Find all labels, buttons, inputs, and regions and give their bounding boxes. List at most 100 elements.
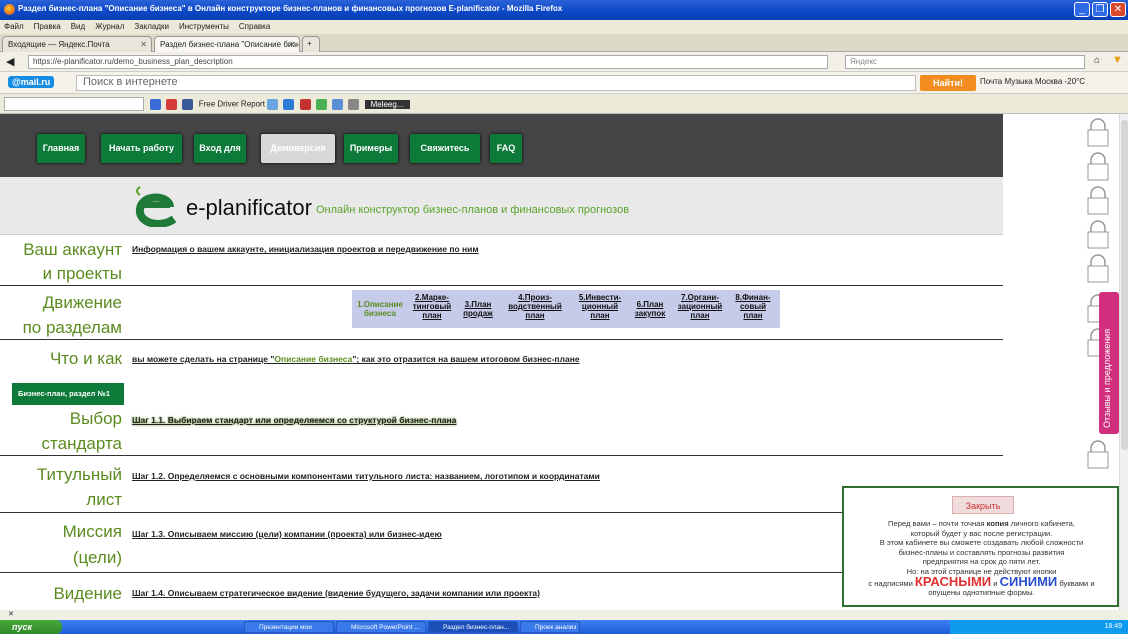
new-tab-button[interactable]: + xyxy=(302,36,320,52)
row-description[interactable]: Шаг 1.2. Определяемся с основными компон… xyxy=(132,471,600,481)
lock-icon xyxy=(1087,220,1109,249)
page-scrollbar[interactable] xyxy=(1119,114,1128,618)
nav-start[interactable]: Начать работу xyxy=(101,134,182,163)
step-7[interactable]: 7.Органи-зационный план xyxy=(672,293,728,320)
row-description[interactable]: вы можете сделать на странице "Описание … xyxy=(132,354,580,364)
section-badge: Бизнес-план, раздел №1 xyxy=(12,383,124,405)
nav-contact[interactable]: Свяжитесь xyxy=(410,134,480,163)
row-label: Ваш аккаунт xyxy=(23,240,122,259)
step-4[interactable]: 4.Произ-водственный план xyxy=(502,293,568,320)
addons-toolbar: Free Driver Report Meleeg... xyxy=(0,94,1128,114)
weather-icon[interactable] xyxy=(332,99,344,110)
section-steps: 1.Описание бизнеса 2.Марке-тинговый план 3… xyxy=(352,290,780,328)
player-title[interactable]: Meleeg... xyxy=(364,99,410,109)
row-account: Ваш аккаунт и проекты Информация о вашем… xyxy=(0,235,1003,285)
logo-band: e-planificator Онлайн конструктор бизнес… xyxy=(0,177,1003,235)
brand-slogan: Онлайн конструктор бизнес-планов и финан… xyxy=(316,204,630,216)
search-input[interactable]: Яндекс xyxy=(845,55,1085,69)
mailru-links[interactable]: Почта Музыка Москва -20°C xyxy=(980,77,1085,86)
nav-login[interactable]: Вход для xyxy=(194,134,246,163)
row-description[interactable]: Шаг 1.1. Выбираем стандарт или определяе… xyxy=(132,415,456,425)
minimize-button[interactable]: _ xyxy=(1074,2,1090,17)
row-description[interactable]: Информация о вашем аккаунте, инициализац… xyxy=(132,244,479,254)
scrollbar-thumb[interactable] xyxy=(1121,120,1128,450)
step-2[interactable]: 2.Марке-тинговый план xyxy=(410,293,454,320)
green-icon[interactable] xyxy=(315,99,327,110)
maximize-button[interactable]: ❐ xyxy=(1092,2,1108,17)
description-link[interactable]: Описание бизнеса xyxy=(274,354,352,364)
system-tray: 18:49 xyxy=(950,620,1128,634)
row-description[interactable]: Шаг 1.3. Описываем миссию (цели) компани… xyxy=(132,529,442,539)
tab-label: Раздел бизнес-плана "Описание бизне... xyxy=(160,40,300,49)
nav-home[interactable]: Главная xyxy=(37,134,85,163)
task-firefox[interactable]: Раздел бизнес-план... xyxy=(428,621,518,633)
row-description[interactable]: Шаг 1.4. Описываем стратегическое видени… xyxy=(132,588,540,598)
blue-icon[interactable] xyxy=(283,99,295,110)
mailru-logo[interactable]: @mail.ru xyxy=(8,76,55,88)
home-icon[interactable]: ⌂ xyxy=(1094,55,1100,66)
row-label: по разделам xyxy=(22,318,122,337)
menu-bar: Файл Правка Вид Журнал Закладки Инструменты Сп… xyxy=(0,20,1128,34)
free-driver-label[interactable]: Free Driver Report xyxy=(199,100,265,109)
mailru-toolbar: @mail.ru Поиск в интернете Найти! Почта … xyxy=(0,72,1128,94)
row-label: лист xyxy=(86,490,122,509)
menu-history[interactable]: Журнал xyxy=(91,20,130,31)
nav-faq[interactable]: FAQ xyxy=(490,134,522,163)
close-window-button[interactable]: ✕ xyxy=(1110,2,1126,17)
task-analysis[interactable]: Проек анализ xyxy=(520,621,580,633)
step-5[interactable]: 5.Инвести-ционный план xyxy=(572,293,628,320)
close-findbar-icon[interactable]: ✕ xyxy=(8,611,14,618)
step-3[interactable]: 3.План продаж xyxy=(458,300,498,318)
bookmark-icon[interactable]: ▼ xyxy=(1112,54,1123,66)
close-tab-icon[interactable]: ✕ xyxy=(288,40,295,49)
toolbar-icons: Free Driver Report Meleeg... xyxy=(150,99,410,110)
task-powerpoint[interactable]: Microsoft PowerPoint ... xyxy=(336,621,426,633)
close-tab-icon[interactable]: ✕ xyxy=(140,40,147,49)
task-presentations[interactable]: Презентации мои xyxy=(244,621,334,633)
firefox-icon xyxy=(4,4,15,15)
lock-icon xyxy=(1087,254,1109,283)
row-what-how: Что и как вы можете сделать на странице … xyxy=(0,339,1003,377)
menu-file[interactable]: Файл xyxy=(0,20,30,31)
tools-icon[interactable] xyxy=(166,99,178,110)
brand-name: e-planificator xyxy=(186,195,312,220)
row-label: Видение xyxy=(53,584,122,603)
cb-icon[interactable] xyxy=(299,99,311,110)
facebook-icon[interactable] xyxy=(182,99,194,110)
menu-bookmarks[interactable]: Закладки xyxy=(130,20,175,31)
menu-help[interactable]: Справка xyxy=(235,20,276,31)
window-title: Раздел бизнес-плана "Описание бизнеса" в… xyxy=(18,4,563,13)
find-button[interactable]: Найти! xyxy=(920,75,976,91)
nav-demo[interactable]: Демоверсия xyxy=(261,134,335,163)
player-icon[interactable] xyxy=(348,99,360,110)
row-label: и проекты xyxy=(42,264,122,283)
row-label: Что и как xyxy=(49,349,122,368)
cloud-icon[interactable] xyxy=(267,99,279,110)
start-button[interactable]: пуск xyxy=(0,620,62,634)
feedback-label: Отзывы и предложения xyxy=(1102,328,1112,428)
back-arrow-icon[interactable]: ◀ xyxy=(6,55,14,68)
tab-business-plan[interactable]: Раздел бизнес-плана "Описание бизне... ✕ xyxy=(154,36,300,52)
menu-edit[interactable]: Правка xyxy=(30,20,67,31)
menu-view[interactable]: Вид xyxy=(67,20,91,31)
step-1[interactable]: 1.Описание бизнеса xyxy=(352,300,408,318)
url-input[interactable]: https://e-planificator.ru/demo_business_… xyxy=(28,55,828,69)
toolbar-search-input[interactable] xyxy=(4,97,144,111)
lock-icon xyxy=(1087,440,1109,469)
mailru-search-input[interactable]: Поиск в интернете xyxy=(76,75,916,91)
popup-text: Перед вами – почти точная копия личного … xyxy=(868,519,1095,598)
navigation-bar: ◀ https://e-planificator.ru/demo_busines… xyxy=(0,52,1128,72)
site-top-nav: Главная Начать работу Вход для Демоверси… xyxy=(0,114,1003,177)
step-8[interactable]: 8.Финан-совый план xyxy=(730,293,776,320)
close-popup-button[interactable]: Закрыть xyxy=(952,496,1014,514)
nav-examples[interactable]: Примеры xyxy=(344,134,398,163)
feedback-tab[interactable]: Отзывы и предложения xyxy=(1099,292,1119,434)
refresh-icon[interactable] xyxy=(150,99,161,110)
step-6[interactable]: 6.План закупок xyxy=(630,300,670,318)
lock-icon xyxy=(1087,186,1109,215)
menu-tools[interactable]: Инструменты xyxy=(175,20,235,31)
tab-yandex-mail[interactable]: Входящие — Яндекс.Почта ✕ xyxy=(2,36,152,52)
windows-taskbar: пуск Презентации мои Microsoft PowerPoin… xyxy=(0,620,1128,634)
row-sections: Движение по разделам 1.Описание бизнеса 2… xyxy=(0,285,1003,339)
e-planificator-logo-icon xyxy=(136,186,177,227)
